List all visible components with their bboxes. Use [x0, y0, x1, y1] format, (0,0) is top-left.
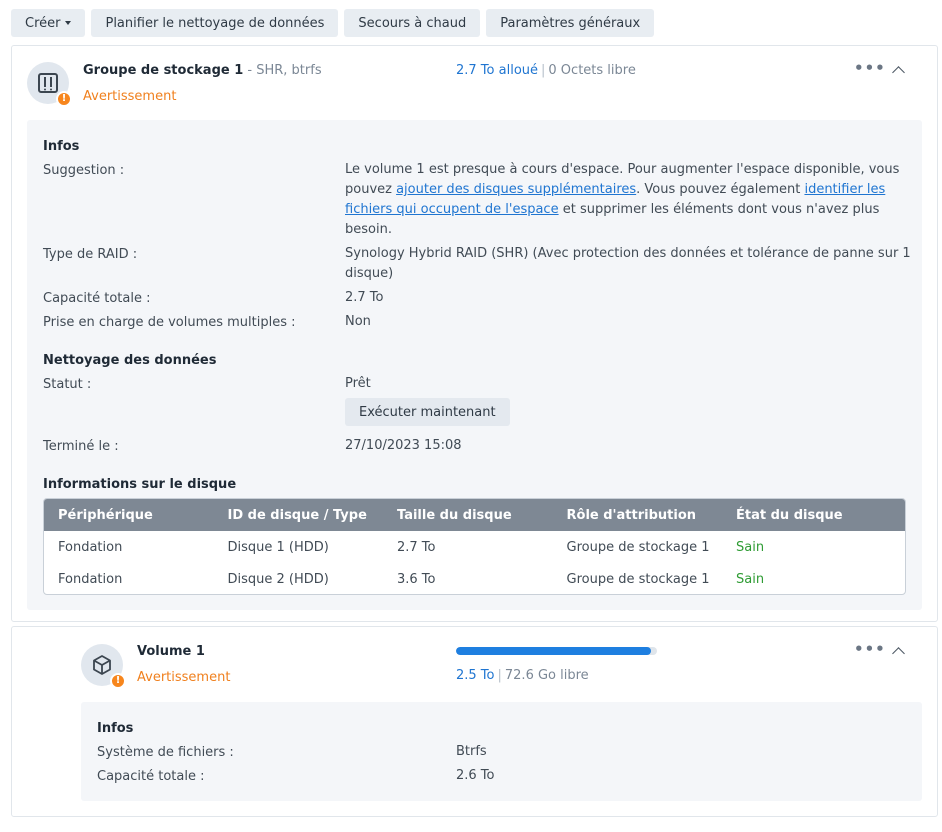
pool-name: Groupe de stockage 1	[83, 63, 244, 78]
pool-allocation: 2.7 To alloué | 0 Octets libre	[456, 63, 636, 78]
raid-type-label: Type de RAID :	[43, 247, 138, 262]
raid-type-value: Synology Hybrid RAID (SHR) (Avec protect…	[345, 246, 911, 281]
volume-usage-bar	[456, 647, 657, 655]
total-capacity-label: Capacité totale :	[43, 291, 151, 306]
volume-free: 72.6 Go libre	[504, 668, 589, 683]
filesystem-label: Système de fichiers :	[97, 745, 234, 760]
volume-name: Volume 1	[137, 644, 205, 659]
cell-state: Sain	[736, 571, 765, 587]
volume-details-panel: Infos Système de fichiers : Btrfs Capaci…	[81, 702, 922, 801]
disk-table: Périphérique ID de disque / Type Taille …	[43, 498, 906, 595]
multi-volume-value: Non	[345, 314, 371, 329]
suggestion-text: Le volume 1 est presque à cours d'espace…	[345, 160, 911, 240]
col-disk-id[interactable]: ID de disque / Type	[214, 508, 384, 523]
completed-value: 27/10/2023 15:08	[345, 438, 462, 453]
scrub-status-value: Prêt	[345, 376, 371, 391]
cell-device: Fondation	[58, 539, 123, 555]
pool-separator: |	[541, 63, 546, 78]
volume-usage-fill	[456, 647, 651, 655]
create-button[interactable]: Créer	[11, 9, 86, 37]
pool-status: Avertissement	[83, 89, 177, 104]
pool-details-panel: Infos Suggestion : Le volume 1 est presq…	[27, 120, 922, 610]
completed-label: Terminé le :	[43, 439, 119, 454]
pool-title: Groupe de stockage 1 - SHR, btrfs	[83, 63, 322, 78]
pool-allocated: 2.7 To alloué	[456, 63, 539, 78]
suggestion-part2: . Vous pouvez également	[636, 182, 805, 197]
scrubbing-heading: Nettoyage des données	[43, 353, 217, 368]
cell-state: Sain	[736, 539, 765, 555]
global-settings-button[interactable]: Paramètres généraux	[486, 9, 655, 37]
exclamation-badge-icon: !	[56, 91, 72, 107]
filesystem-value: Btrfs	[456, 744, 487, 759]
table-row[interactable]: Fondation Disque 1 (HDD) 2.7 To Groupe d…	[44, 531, 905, 563]
disk-info-heading: Informations sur le disque	[43, 477, 237, 492]
add-disks-link[interactable]: ajouter des disques supplémentaires	[396, 182, 636, 197]
storage-pool-card: ! Groupe de stockage 1 - SHR, btrfs Aver…	[11, 45, 938, 622]
chevron-up-icon[interactable]	[892, 66, 905, 79]
hot-spare-button[interactable]: Secours à chaud	[344, 9, 481, 37]
volume-status: Avertissement	[137, 670, 231, 685]
cell-disk-id: Disque 1 (HDD)	[227, 539, 329, 555]
cell-device: Fondation	[58, 571, 123, 587]
suggestion-label: Suggestion :	[43, 163, 125, 178]
col-state[interactable]: État du disque	[722, 508, 892, 523]
cell-disk-id: Disque 2 (HDD)	[227, 571, 329, 587]
pool-subtitle: - SHR, btrfs	[247, 63, 322, 78]
col-role[interactable]: Rôle d'attribution	[553, 508, 723, 523]
volume-separator: |	[497, 668, 502, 683]
run-now-button[interactable]: Exécuter maintenant	[345, 398, 510, 426]
exclamation-badge-icon: !	[110, 673, 126, 689]
cell-size: 2.7 To	[397, 539, 436, 555]
cell-size: 3.6 To	[397, 571, 436, 587]
more-dots-icon[interactable]: •••	[854, 640, 886, 658]
col-device[interactable]: Périphérique	[44, 508, 214, 523]
volume-used: 2.5 To	[456, 668, 495, 683]
total-capacity-value: 2.7 To	[345, 290, 384, 305]
scrub-status-label: Statut :	[43, 377, 92, 392]
volume-card: ! Volume 1 Avertissement 2.5 To | 72.6 Go …	[11, 626, 938, 817]
volume-capacity-value: 2.6 To	[456, 768, 495, 783]
disk-table-header: Périphérique ID de disque / Type Taille …	[44, 499, 905, 531]
pool-free: 0 Octets libre	[548, 63, 636, 78]
chevron-up-icon[interactable]	[892, 647, 905, 660]
nas-drive-icon: !	[27, 62, 72, 107]
caret-down-icon	[65, 21, 72, 25]
schedule-scrubbing-button[interactable]: Planifier le nettoyage de données	[91, 9, 339, 37]
cube-icon: !	[81, 644, 126, 689]
volume-info-heading: Infos	[97, 721, 134, 736]
toolbar: Créer Planifier le nettoyage de données …	[11, 9, 655, 37]
volume-title: Volume 1	[137, 644, 205, 659]
col-size[interactable]: Taille du disque	[383, 508, 553, 523]
cell-role: Groupe de stockage 1	[566, 571, 710, 587]
info-heading: Infos	[43, 139, 80, 154]
volume-usage-text: 2.5 To | 72.6 Go libre	[456, 668, 589, 683]
table-row[interactable]: Fondation Disque 2 (HDD) 3.6 To Groupe d…	[44, 563, 905, 594]
cell-role: Groupe de stockage 1	[566, 539, 710, 555]
more-dots-icon[interactable]: •••	[854, 59, 886, 77]
multi-volume-label: Prise en charge de volumes multiples :	[43, 315, 296, 330]
create-button-label: Créer	[25, 15, 61, 31]
volume-capacity-label: Capacité totale :	[97, 769, 205, 784]
